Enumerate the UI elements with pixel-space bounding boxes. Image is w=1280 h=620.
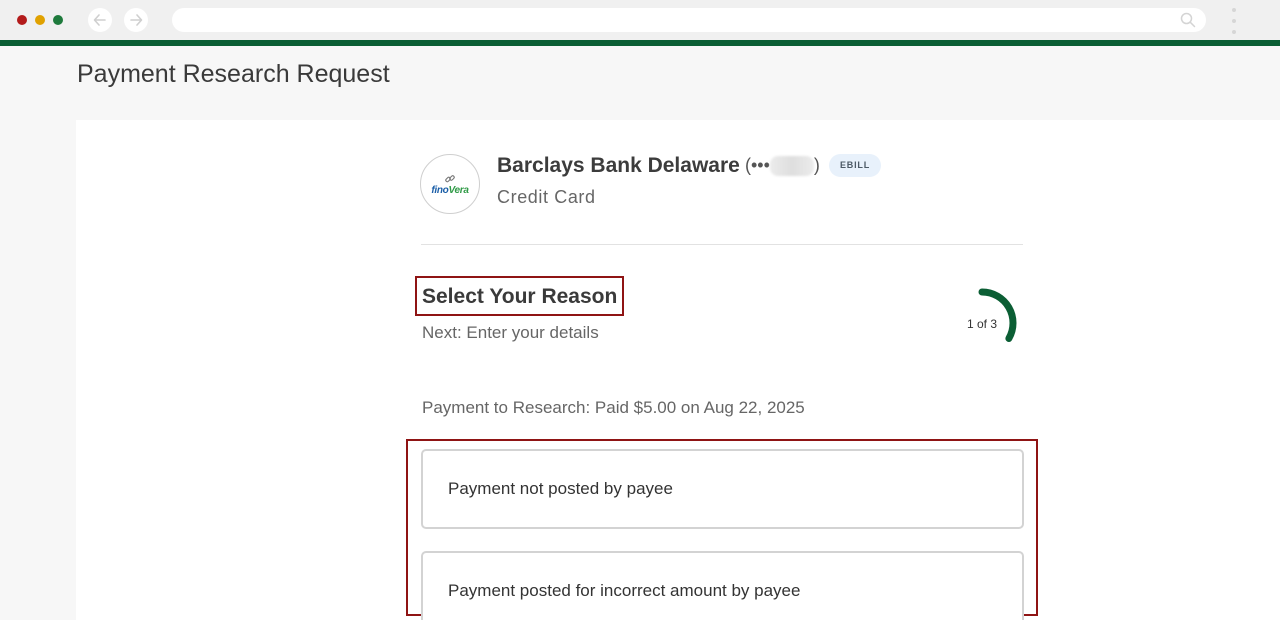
search-icon[interactable] <box>1180 12 1196 28</box>
minimize-window-dot[interactable] <box>35 15 45 25</box>
ebill-badge: EBILL <box>829 154 881 177</box>
forward-button[interactable] <box>124 8 148 32</box>
brand-accent-bar <box>0 40 1280 46</box>
step-progress-label: 1 of 3 <box>966 317 998 331</box>
page-title: Payment Research Request <box>77 60 390 88</box>
reason-option-label: Payment posted for incorrect amount by p… <box>448 581 801 600</box>
arrow-right-icon <box>130 14 143 26</box>
browser-menu-icon[interactable] <box>1230 8 1238 34</box>
masked-account-number: (•••) <box>745 155 820 177</box>
next-step-hint: Next: Enter your details <box>422 323 599 342</box>
payee-account-type: Credit Card <box>497 187 596 207</box>
maximize-window-dot[interactable] <box>53 15 63 25</box>
arrow-left-icon <box>93 14 106 26</box>
payment-to-research: Payment to Research: Paid $5.00 on Aug 2… <box>422 398 805 417</box>
redacted-digits <box>769 156 814 177</box>
step-title: Select Your Reason <box>422 285 618 308</box>
browser-toolbar <box>0 0 1280 40</box>
address-bar[interactable] <box>172 8 1206 32</box>
back-button[interactable] <box>88 8 112 32</box>
reason-option-not-posted[interactable]: Payment not posted by payee <box>421 449 1024 529</box>
payee-logo: finoVera <box>420 154 480 214</box>
reason-option-incorrect-amount[interactable]: Payment posted for incorrect amount by p… <box>421 551 1024 620</box>
logo-wordmark: finoVera <box>431 184 469 196</box>
payee-name: Barclays Bank Delaware <box>497 154 740 177</box>
close-window-dot[interactable] <box>17 15 27 25</box>
section-divider <box>421 244 1023 245</box>
chain-link-icon <box>445 174 455 182</box>
reason-option-label: Payment not posted by payee <box>448 479 673 498</box>
